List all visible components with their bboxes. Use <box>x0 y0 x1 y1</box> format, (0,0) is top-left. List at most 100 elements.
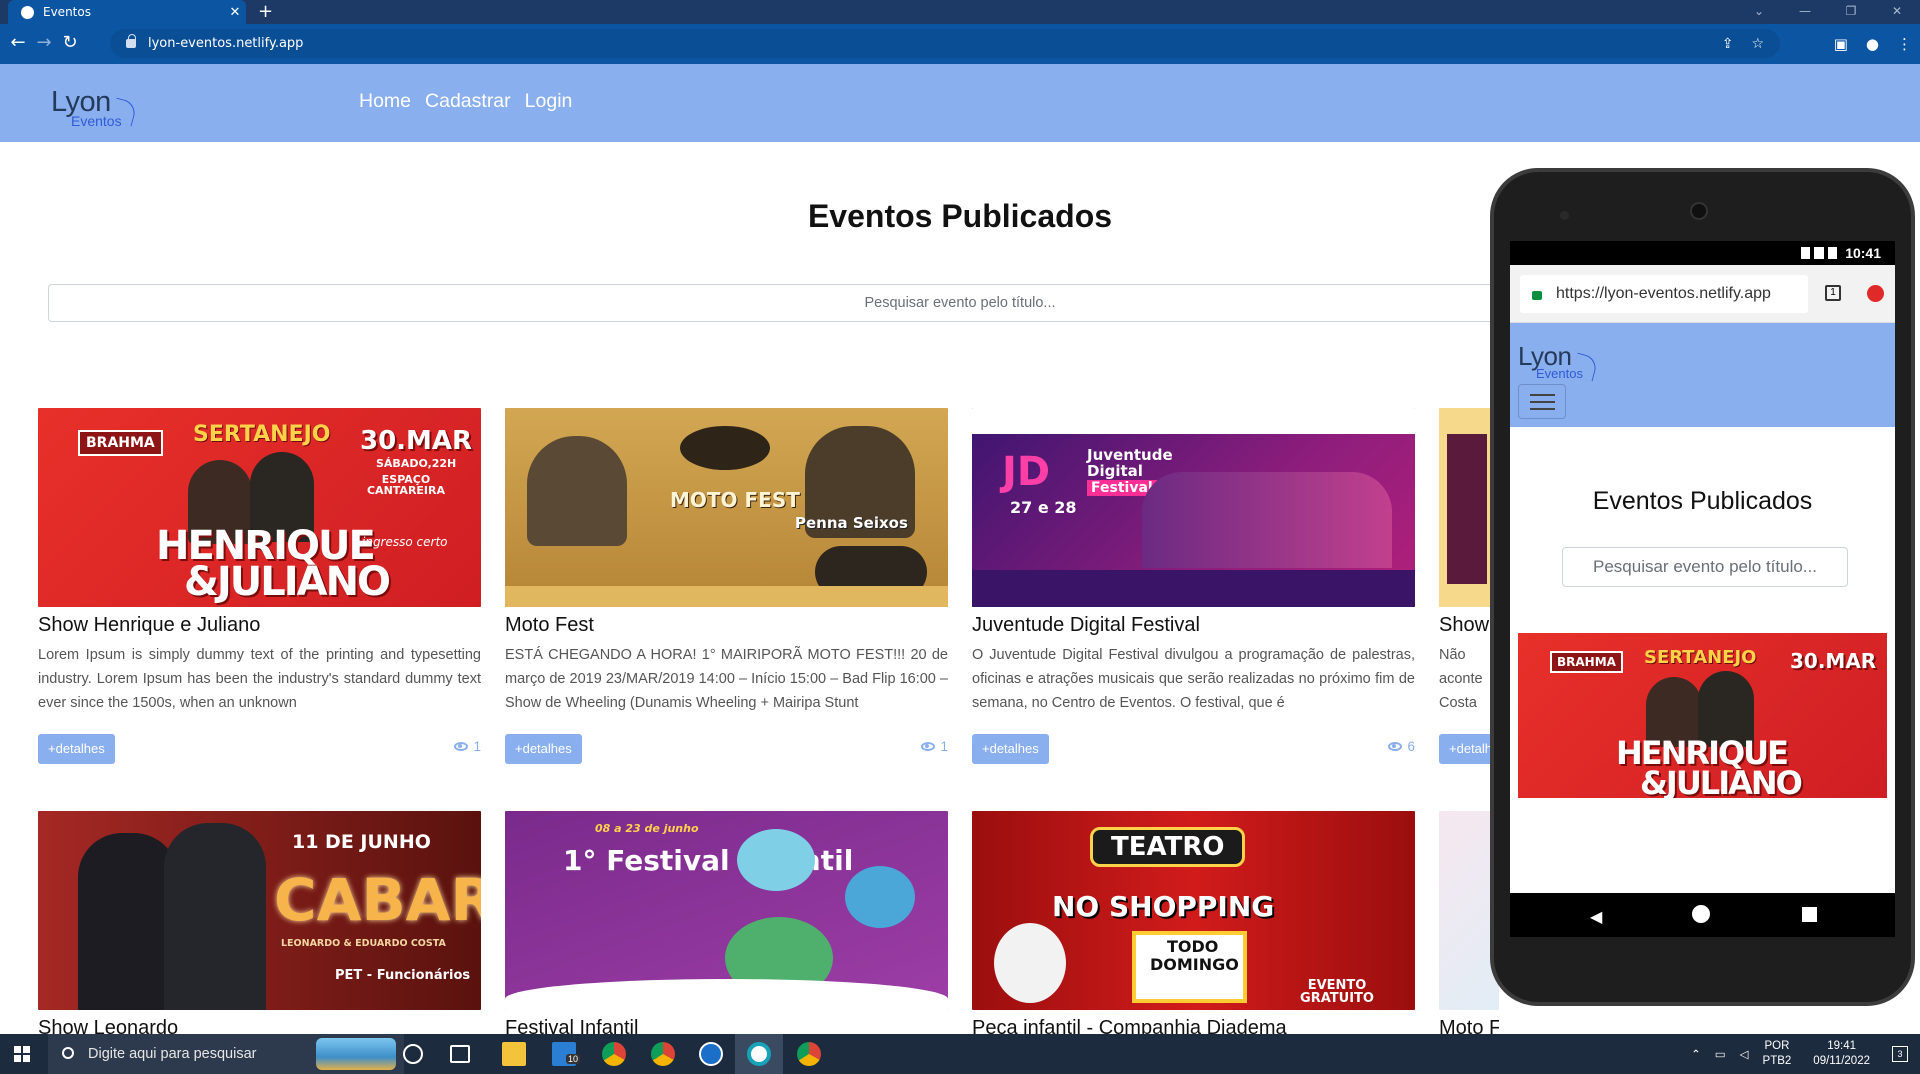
poster-title: MOTO FEST <box>670 488 800 512</box>
phone-event-image[interactable]: BRAHMA SERTANEJO 30.MAR HENRIQUE &JULIAN… <box>1518 633 1887 798</box>
phone-url-field[interactable]: https://lyon-eventos.netlify.app <box>1520 275 1808 313</box>
view-count: 1 <box>921 739 948 754</box>
poster-artists: LEONARDO & EDUARDO COSTA <box>281 938 446 949</box>
nav-home-link[interactable]: Home <box>359 90 411 113</box>
windows-start-icon[interactable] <box>14 1046 30 1062</box>
poster-sponsors-strip <box>505 586 948 607</box>
eye-icon <box>921 742 936 751</box>
event-image[interactable]: JD Juventude Digital Festival 27 e 28 <box>972 408 1415 607</box>
poster-ticket: ingresso certo <box>362 535 448 549</box>
phone-recents-icon[interactable] <box>1802 907 1817 922</box>
close-tab-icon[interactable]: ✕ <box>224 5 246 20</box>
lang-layout: PTB2 <box>1762 1055 1792 1067</box>
event-title[interactable]: Show Henrique e Juliano <box>38 612 481 638</box>
details-button[interactable]: +detalhes <box>972 734 1049 764</box>
side-panel-icon[interactable]: ▣ <box>1834 35 1848 53</box>
tray-network-icon[interactable]: ▭ <box>1715 1047 1726 1061</box>
poster-brand: BRAHMA <box>1550 651 1623 673</box>
tray-clock[interactable]: 19:41 09/11/2022 <box>1805 1039 1878 1069</box>
poster-date: 27 e 28 <box>1010 498 1077 517</box>
clock-date: 09/11/2022 <box>1813 1055 1870 1067</box>
poster-venue: ESPAÇO CANTAREIRA <box>366 473 445 497</box>
poster-day: DOMINGO <box>1150 955 1239 974</box>
search-icon <box>62 1047 74 1059</box>
profile-icon[interactable]: ● <box>1866 35 1879 53</box>
hamburger-menu-button[interactable] <box>1518 384 1566 419</box>
phone-site-logo[interactable]: Lyon Eventos <box>1518 341 1608 386</box>
poster-footer <box>972 570 1415 607</box>
phone-back-icon[interactable]: ◀ <box>1590 907 1602 926</box>
poster-band: Penna Seixos <box>795 514 908 532</box>
phone-tabs-icon[interactable]: 1 <box>1825 285 1841 301</box>
system-tray: ⌃ ▭ ◁ POR PTB2 19:41 09/11/2022 3 <box>1691 1034 1920 1074</box>
site-logo[interactable]: Lyon Eventos <box>51 86 141 131</box>
poster-date: 11 DE JUNHO <box>292 831 431 853</box>
logo-arc-icon <box>110 97 138 127</box>
app-icon[interactable] <box>699 1042 723 1066</box>
poster-title: TEATRO <box>1090 827 1246 867</box>
event-image[interactable]: BRAHMA SERTANEJO 30.MAR SÁBADO,22H ESPAÇ… <box>38 408 481 607</box>
site-navbar <box>0 64 1920 142</box>
chrome-icon[interactable] <box>602 1042 626 1066</box>
tray-language[interactable]: POR PTB2 <box>1763 1039 1792 1069</box>
app-icon[interactable] <box>747 1042 771 1066</box>
browser-tab[interactable]: Eventos ✕ <box>8 0 246 24</box>
event-image[interactable]: MOTO FEST Penna Seixos <box>505 408 948 607</box>
tray-volume-icon[interactable]: ◁ <box>1740 1047 1749 1061</box>
phone-site-navbar: Lyon Eventos <box>1510 323 1895 427</box>
bookmark-star-icon[interactable]: ☆ <box>1751 36 1764 52</box>
poster-genre: SERTANEJO <box>1644 647 1757 668</box>
close-window-button[interactable]: ✕ <box>1874 0 1920 24</box>
share-icon[interactable]: ⇪ <box>1722 36 1734 52</box>
eye-icon <box>1388 742 1403 751</box>
file-explorer-icon[interactable] <box>502 1042 526 1066</box>
event-image[interactable]: 1° Festival Infantil 08 a 23 de junho <box>505 811 948 1010</box>
poster-motor-emblem <box>680 426 770 470</box>
event-card: 11 DE JUNHO CABARÉ LEONARDO & EDUARDO CO… <box>38 811 481 1041</box>
new-tab-button[interactable]: + <box>258 1 273 23</box>
minimize-button[interactable]: — <box>1782 0 1828 24</box>
view-count: 1 <box>454 739 481 754</box>
back-icon[interactable]: ← <box>4 24 32 64</box>
site-favicon-icon <box>21 5 34 19</box>
phone-nav-bar: ◀ <box>1510 893 1895 937</box>
chrome-icon[interactable] <box>651 1042 675 1066</box>
nav-login-link[interactable]: Login <box>525 90 573 113</box>
restore-button[interactable]: ❐ <box>1828 0 1874 24</box>
phone-page-title: Eventos Publicados <box>1592 487 1813 515</box>
tray-chevron-icon[interactable]: ⌃ <box>1691 1047 1701 1061</box>
cortana-icon[interactable] <box>403 1044 423 1064</box>
phone-update-icon[interactable] <box>1867 285 1884 302</box>
mail-badge: 10 <box>566 1054 581 1064</box>
view-count-value: 1 <box>473 739 481 754</box>
address-bar[interactable]: lyon-eventos.netlify.app ⇪ ☆ <box>110 29 1780 58</box>
event-description: ESTÁ CHEGANDO A HORA! 1° MAIRIPORÃ MOTO … <box>505 647 948 711</box>
tab-search-icon[interactable]: ⌄ <box>1736 0 1782 24</box>
taskbar-search-text: Digite aqui para pesquisar <box>88 1046 257 1062</box>
view-count-value: 6 <box>1407 739 1415 754</box>
phone-emulator: 10:41 https://lyon-eventos.netlify.app 1… <box>1490 168 1915 1006</box>
notification-icon[interactable]: 3 <box>1892 1046 1908 1062</box>
event-card: BRAHMA SERTANEJO 30.MAR SÁBADO,22H ESPAÇ… <box>38 408 481 764</box>
reload-icon[interactable]: ↻ <box>56 24 84 64</box>
forward-icon[interactable]: → <box>30 24 58 64</box>
event-title[interactable]: Moto Fest <box>505 612 948 638</box>
nav-cadastrar-link[interactable]: Cadastrar <box>425 90 511 113</box>
details-button[interactable]: +detalhes <box>505 734 582 764</box>
taskbar-search[interactable]: Digite aqui para pesquisar <box>48 1034 404 1074</box>
url-text[interactable]: lyon-eventos.netlify.app <box>148 36 303 51</box>
mail-icon[interactable]: 10 <box>552 1042 581 1066</box>
poster-panel <box>1447 434 1487 584</box>
event-card: MOTO FEST Penna Seixos Moto Fest ESTÁ CH… <box>505 408 948 764</box>
chrome-icon[interactable] <box>797 1042 821 1066</box>
phone-home-icon[interactable] <box>1692 905 1710 923</box>
poster-brand: BRAHMA <box>78 430 163 456</box>
menu-dots-icon[interactable]: ⋮ <box>1897 35 1912 53</box>
event-image[interactable]: 11 DE JUNHO CABARÉ LEONARDO & EDUARDO CO… <box>38 811 481 1010</box>
details-button[interactable]: +detalhes <box>38 734 115 764</box>
phone-search-input[interactable]: Pesquisar evento pelo título... <box>1562 547 1848 587</box>
task-view-icon[interactable] <box>450 1045 470 1063</box>
event-title[interactable]: Juventude Digital Festival <box>972 612 1415 638</box>
signal-battery-icon <box>1801 247 1837 259</box>
event-image[interactable]: TEATRO NO SHOPPING TODO DOMINGO EVENTO G… <box>972 811 1415 1010</box>
